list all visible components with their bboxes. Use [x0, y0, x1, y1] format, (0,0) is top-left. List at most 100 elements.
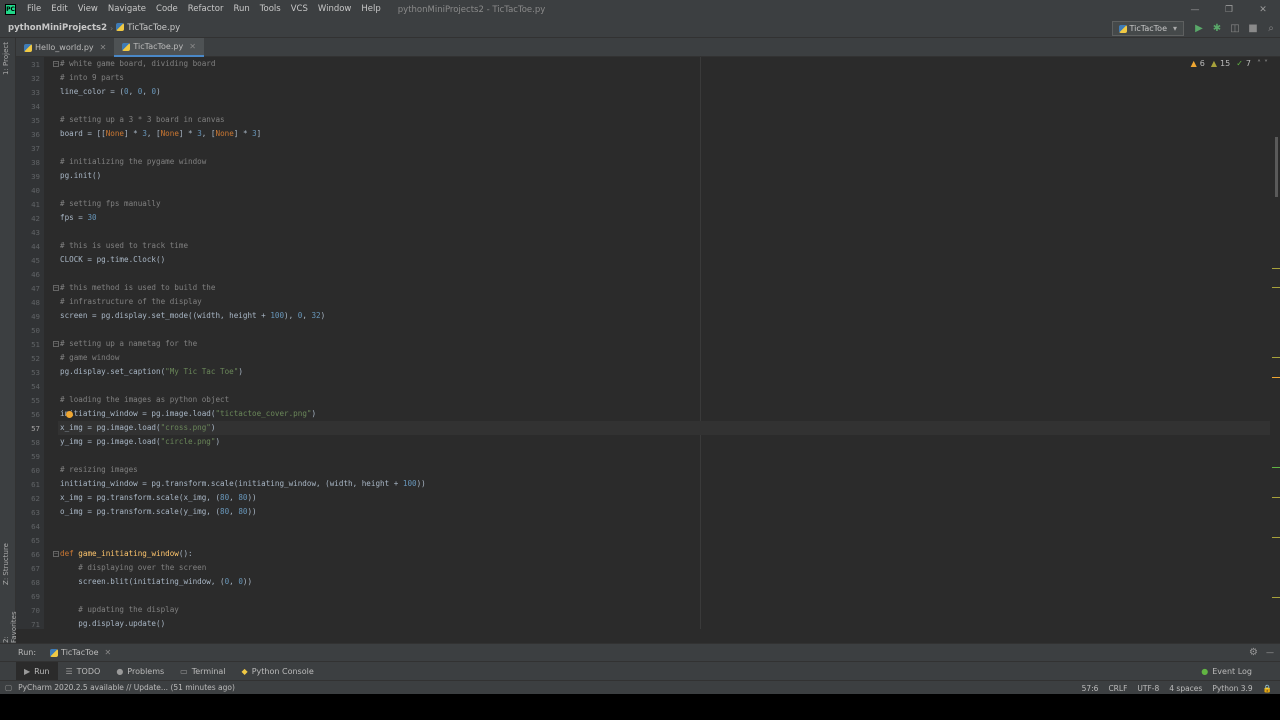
code-editor[interactable]: # white game board, dividing board # into…: [58, 57, 1270, 629]
code-line[interactable]: y_img = pg.image.load("circle.png"): [60, 435, 220, 449]
warning-marker[interactable]: [1272, 597, 1280, 598]
code-line[interactable]: initiating_window = pg.image.load("ticta…: [60, 407, 316, 421]
code-line[interactable]: CLOCK = pg.time.Clock(): [60, 253, 165, 267]
run-icon[interactable]: ▶: [1190, 23, 1208, 34]
warning-marker[interactable]: [1272, 497, 1280, 498]
debug-icon[interactable]: ✱: [1208, 23, 1226, 34]
tool-window-terminal[interactable]: ▭ Terminal: [172, 667, 233, 676]
code-line[interactable]: def game_initiating_window():: [60, 547, 193, 561]
code-line[interactable]: # infrastructure of the display: [60, 295, 202, 309]
code-line[interactable]: x_img = pg.transform.scale(x_img, (80, 8…: [60, 491, 257, 505]
breadcrumb-project[interactable]: pythonMiniProjects2: [0, 23, 110, 33]
file-encoding[interactable]: UTF-8: [1137, 684, 1159, 693]
line-number-gutter[interactable]: 31 32 33 34 35 36 37 38 39 40 41 42 43 44 45 46 47 48 49 50…: [16, 57, 44, 629]
coverage-icon[interactable]: ◫: [1226, 23, 1244, 34]
tab-tictactoe[interactable]: TicTacToe.py ✕: [114, 38, 204, 57]
code-line[interactable]: # this method is used to build the: [60, 281, 215, 295]
menu-vcs[interactable]: VCS: [286, 0, 313, 19]
code-line[interactable]: x_img = pg.image.load("cross.png"): [60, 421, 215, 435]
warning-marker[interactable]: [1272, 377, 1280, 378]
code-line[interactable]: # game window: [60, 351, 119, 365]
gear-icon[interactable]: ⚙: [1249, 647, 1258, 658]
line-number: 40: [31, 186, 40, 195]
menu-tools[interactable]: Tools: [255, 0, 286, 19]
menu-file[interactable]: File: [22, 0, 46, 19]
search-icon[interactable]: ⌕: [1262, 23, 1280, 34]
code-line[interactable]: pg.display.set_caption("My Tic Tac Toe"): [60, 365, 243, 379]
code-line[interactable]: # setting fps manually: [60, 197, 161, 211]
menu-code[interactable]: Code: [151, 0, 183, 19]
menu-edit[interactable]: Edit: [46, 0, 72, 19]
restore-button[interactable]: ❐: [1212, 0, 1246, 19]
close-button[interactable]: ✕: [1246, 0, 1280, 19]
line-separator[interactable]: CRLF: [1108, 684, 1127, 693]
code-line[interactable]: line_color = (0, 0, 0): [60, 85, 161, 99]
code-line[interactable]: # setting up a nametag for the: [60, 337, 197, 351]
menu-window[interactable]: Window: [313, 0, 357, 19]
pycharm-logo-icon: PC: [5, 4, 16, 15]
event-log-button[interactable]: ● Event Log: [1193, 667, 1260, 676]
code-line[interactable]: # resizing images: [60, 463, 138, 477]
status-message[interactable]: PyCharm 2020.2.5 available // Update... …: [18, 683, 235, 692]
status-widgets: 57:6 CRLF UTF-8 4 spaces Python 3.9 🔒: [1072, 681, 1272, 695]
indent-setting[interactable]: 4 spaces: [1169, 684, 1202, 693]
breadcrumb-file[interactable]: TicTacToe.py: [113, 23, 183, 33]
line-number: 62: [31, 494, 40, 503]
line-number: 70: [31, 606, 40, 615]
chevron-up-icon[interactable]: ˄: [1257, 59, 1261, 68]
tab-hello-world[interactable]: Hello_world.py ✕: [16, 38, 114, 57]
close-icon[interactable]: ✕: [105, 648, 112, 657]
run-configuration-select[interactable]: TicTacToe ▾: [1111, 21, 1184, 36]
typo-marker[interactable]: [1272, 467, 1280, 468]
code-line[interactable]: pg.display.update(): [60, 617, 165, 629]
code-line[interactable]: pg.init(): [60, 169, 101, 183]
close-icon[interactable]: ✕: [189, 42, 196, 51]
code-line[interactable]: fps = 30: [60, 211, 97, 225]
menu-view[interactable]: View: [73, 0, 103, 19]
warning-marker[interactable]: [1272, 357, 1280, 358]
code-line[interactable]: # white game board, dividing board: [60, 57, 215, 71]
menu-refactor[interactable]: Refactor: [183, 0, 229, 19]
tool-window-todo[interactable]: ☰ TODO: [58, 667, 109, 676]
code-line[interactable]: # updating the display: [60, 603, 179, 617]
intention-bulb-icon[interactable]: [66, 411, 73, 418]
status-toggle-icon[interactable]: ▢: [5, 683, 12, 692]
warning-marker[interactable]: [1272, 287, 1280, 288]
close-icon[interactable]: ✕: [100, 43, 107, 52]
run-panel-tab[interactable]: TicTacToe ✕: [50, 648, 111, 657]
code-line[interactable]: # this is used to track time: [60, 239, 188, 253]
code-line[interactable]: # displaying over the screen: [60, 561, 206, 575]
tool-window-run[interactable]: ▶ Run: [16, 661, 58, 681]
inspection-widget[interactable]: ▲ 6 ▲ 15 ✓ 7 ˄ ˅: [1188, 59, 1268, 68]
scroll-thumb[interactable]: [1275, 137, 1278, 197]
warning-marker[interactable]: [1272, 537, 1280, 538]
python-interpreter[interactable]: Python 3.9: [1212, 684, 1252, 693]
code-line[interactable]: initiating_window = pg.transform.scale(i…: [60, 477, 426, 491]
menu-help[interactable]: Help: [356, 0, 385, 19]
warning-marker[interactable]: [1272, 268, 1280, 269]
code-line[interactable]: screen = pg.display.set_mode((width, hei…: [60, 309, 325, 323]
tool-window-problems[interactable]: ● Problems: [108, 667, 172, 676]
fold-column: − − − −: [44, 57, 59, 629]
line-number: 37: [31, 144, 40, 153]
code-line[interactable]: screen.blit(initiating_window, (0, 0)): [60, 575, 252, 589]
minimize-button[interactable]: —: [1178, 0, 1212, 19]
code-line[interactable]: # into 9 parts: [60, 71, 124, 85]
tool-window-python-console[interactable]: ◆ Python Console: [234, 667, 322, 676]
code-line[interactable]: # setting up a 3 * 3 board in canvas: [60, 113, 225, 127]
code-line[interactable]: board = [[None] * 3, [None] * 3, [None] …: [60, 127, 261, 141]
caret-position[interactable]: 57:6: [1082, 684, 1099, 693]
chevron-down-icon[interactable]: ˅: [1264, 59, 1268, 68]
menu-run[interactable]: Run: [228, 0, 254, 19]
editor-scrollbar[interactable]: [1270, 57, 1280, 629]
menu-navigate[interactable]: Navigate: [103, 0, 151, 19]
tab-label: TicTacToe.py: [133, 42, 184, 51]
code-line[interactable]: # initializing the pygame window: [60, 155, 206, 169]
code-line[interactable]: o_img = pg.transform.scale(y_img, (80, 8…: [60, 505, 257, 519]
hide-icon[interactable]: —: [1266, 648, 1274, 657]
structure-tool-tab[interactable]: Z: Structure: [2, 543, 10, 585]
project-tool-tab[interactable]: 1: Project: [2, 42, 10, 75]
code-line[interactable]: # loading the images as python object: [60, 393, 229, 407]
lock-icon[interactable]: 🔒: [1263, 684, 1272, 693]
stop-icon[interactable]: ■: [1244, 23, 1262, 34]
